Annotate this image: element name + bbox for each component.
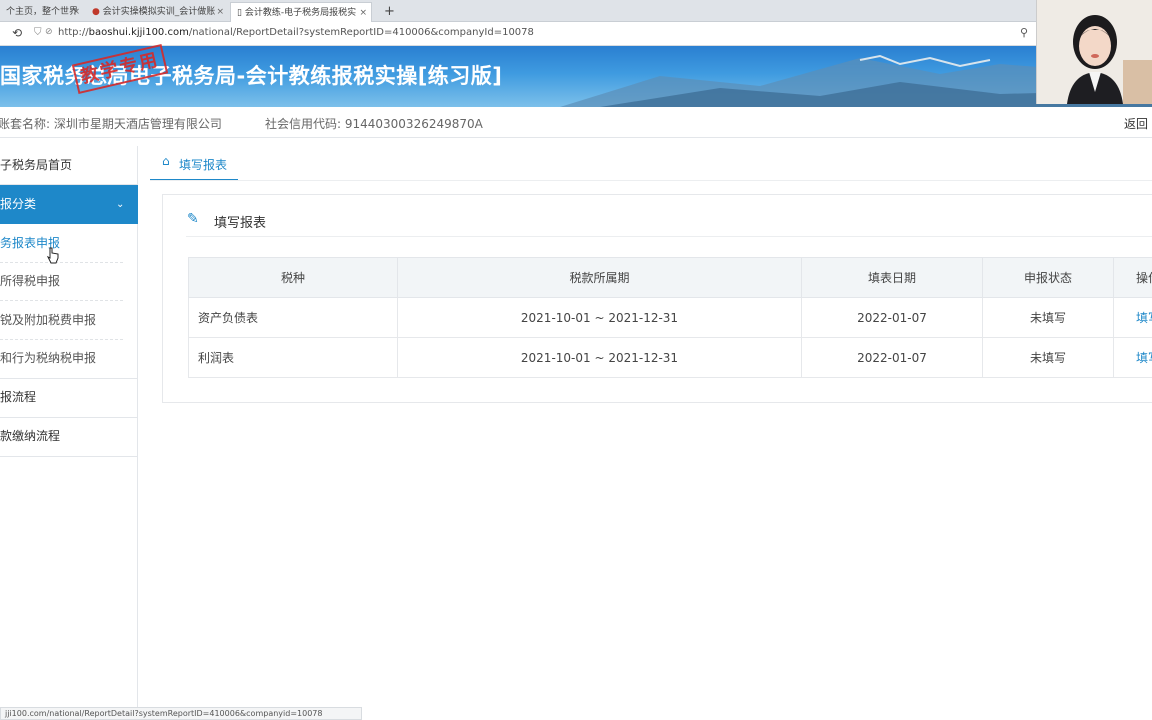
account-info-bar: 账套名称: 深圳市星期天酒店管理有限公司 社会信用代码: 91440300326… (0, 107, 1152, 138)
column-header-period: 税款所属期 (397, 257, 802, 298)
section-title: 填写报表 (214, 216, 267, 231)
column-header-status: 申报状态 (982, 257, 1114, 298)
divider (0, 300, 123, 301)
tab-title: 会计实操模拟实训_会计做账 (102, 7, 216, 17)
tab-title: 个主页，整个世界 (6, 7, 79, 17)
shield-icon: ⛉ (34, 27, 42, 38)
sidebar-item-label: 报分类 (0, 197, 37, 211)
sidebar-subitem-income-tax[interactable]: 所得税申报 (0, 270, 138, 300)
url-scheme: http:// (58, 27, 89, 38)
sidebar-subitem-behavior-tax[interactable]: 和行为税纳税申报 (0, 347, 138, 377)
tab-title: 会计教练-电子税务局报税实 (244, 8, 357, 18)
divider (150, 180, 1152, 181)
cell-tax: 利润表 (188, 337, 398, 378)
close-icon[interactable]: × (72, 2, 80, 22)
url-path: /national/ReportDetail?systemReportID=41… (188, 27, 534, 38)
cell-period: 2021-10-01 ~ 2021-12-31 (397, 337, 802, 378)
refresh-icon[interactable]: ⟲ (12, 26, 22, 40)
url-host: baoshui.kjji100.com (88, 27, 189, 38)
page-icon: ▯ (237, 8, 242, 18)
cell-status: 未填写 (982, 337, 1114, 378)
sidebar-subitem-surtax[interactable]: 锐及附加税费申报 (0, 309, 138, 339)
cell-status: 未填写 (982, 297, 1114, 338)
form-icon: ✎ (187, 211, 199, 227)
cell-date: 2022-01-07 (801, 337, 983, 378)
divider (0, 262, 123, 263)
divider (186, 236, 1152, 237)
sidebar-item-report-flow[interactable]: 报流程 (0, 379, 138, 417)
table-row: 资产负债表 2021-10-01 ~ 2021-12-31 2022-01-07… (188, 297, 1152, 338)
divider (0, 456, 138, 457)
tab-label: 填写报表 (179, 158, 228, 172)
cell-tax: 资产负债表 (188, 297, 398, 338)
table-header-row: 税种 税款所属期 填表日期 申报状态 操作 (188, 257, 1152, 298)
report-table: 税种 税款所属期 填表日期 申报状态 操作 资产负债表 2021-10-01 ~… (188, 257, 1152, 378)
new-tab-button[interactable]: + (378, 2, 398, 22)
close-icon[interactable]: × (216, 2, 224, 22)
mouse-cursor-icon (46, 247, 59, 264)
status-bar-url: jji100.com/national/ReportDetail?systemR… (0, 707, 362, 720)
browser-tab-2[interactable]: ● 会计实操模拟实训_会计做账 × (86, 2, 228, 22)
webcam-overlay (1036, 0, 1152, 104)
fill-link[interactable]: 填写 (1113, 297, 1152, 338)
cell-period: 2021-10-01 ~ 2021-12-31 (397, 297, 802, 338)
home-icon: ⌂ (162, 154, 170, 168)
browser-tab-1[interactable]: 个主页，整个世界 × (0, 2, 84, 22)
browser-tab-3[interactable]: ▯ 会计教练-电子税务局报税实 × (230, 2, 372, 22)
chevron-down-icon: ⌄ (116, 199, 125, 210)
account-name: 账套名称: 深圳市星期天酒店管理有限公司 (0, 117, 222, 131)
sidebar-subitem-financial-report[interactable]: 务报表申报 (0, 232, 138, 262)
presenter-illustration (1037, 0, 1152, 104)
column-header-action: 操作 (1113, 257, 1152, 298)
sidebar: 子税务局首页 报分类 ⌄ 务报表申报 所得税申报 锐及附加税费申报 和行为税纳税… (0, 146, 138, 720)
column-header-date: 填表日期 (801, 257, 983, 298)
lock-icon: ⊘ (45, 27, 53, 37)
sidebar-item-home[interactable]: 子税务局首页 (0, 146, 138, 184)
tab-favicon-icon: ● (92, 7, 100, 17)
site-banner: 国家税务总局电子税务局-会计教练报税实操[练习版] (0, 46, 1152, 107)
cell-date: 2022-01-07 (801, 297, 983, 338)
credit-code: 社会信用代码: 91440300326249870A (265, 117, 483, 131)
back-link[interactable]: 返回 (1124, 115, 1148, 132)
sidebar-item-payment-flow[interactable]: 款缴纳流程 (0, 418, 138, 456)
fill-link[interactable]: 填写 (1113, 337, 1152, 378)
sidebar-item-category[interactable]: 报分类 ⌄ (0, 185, 138, 224)
divider (0, 339, 123, 340)
address-bar: ⟲ ⛉ ⊘ http://baoshui.kjji100.com/nationa… (0, 22, 1152, 46)
column-header-tax: 税种 (188, 257, 398, 298)
table-row: 利润表 2021-10-01 ~ 2021-12-31 2022-01-07 未… (188, 337, 1152, 378)
browser-tab-bar: 个主页，整个世界 × ● 会计实操模拟实训_会计做账 × ▯ 会计教练-电子税务… (0, 0, 1152, 22)
url-field[interactable]: http://baoshui.kjji100.com/national/Repo… (58, 27, 534, 38)
search-icon[interactable]: ⚲ (1020, 26, 1028, 39)
close-icon[interactable]: × (359, 3, 367, 22)
